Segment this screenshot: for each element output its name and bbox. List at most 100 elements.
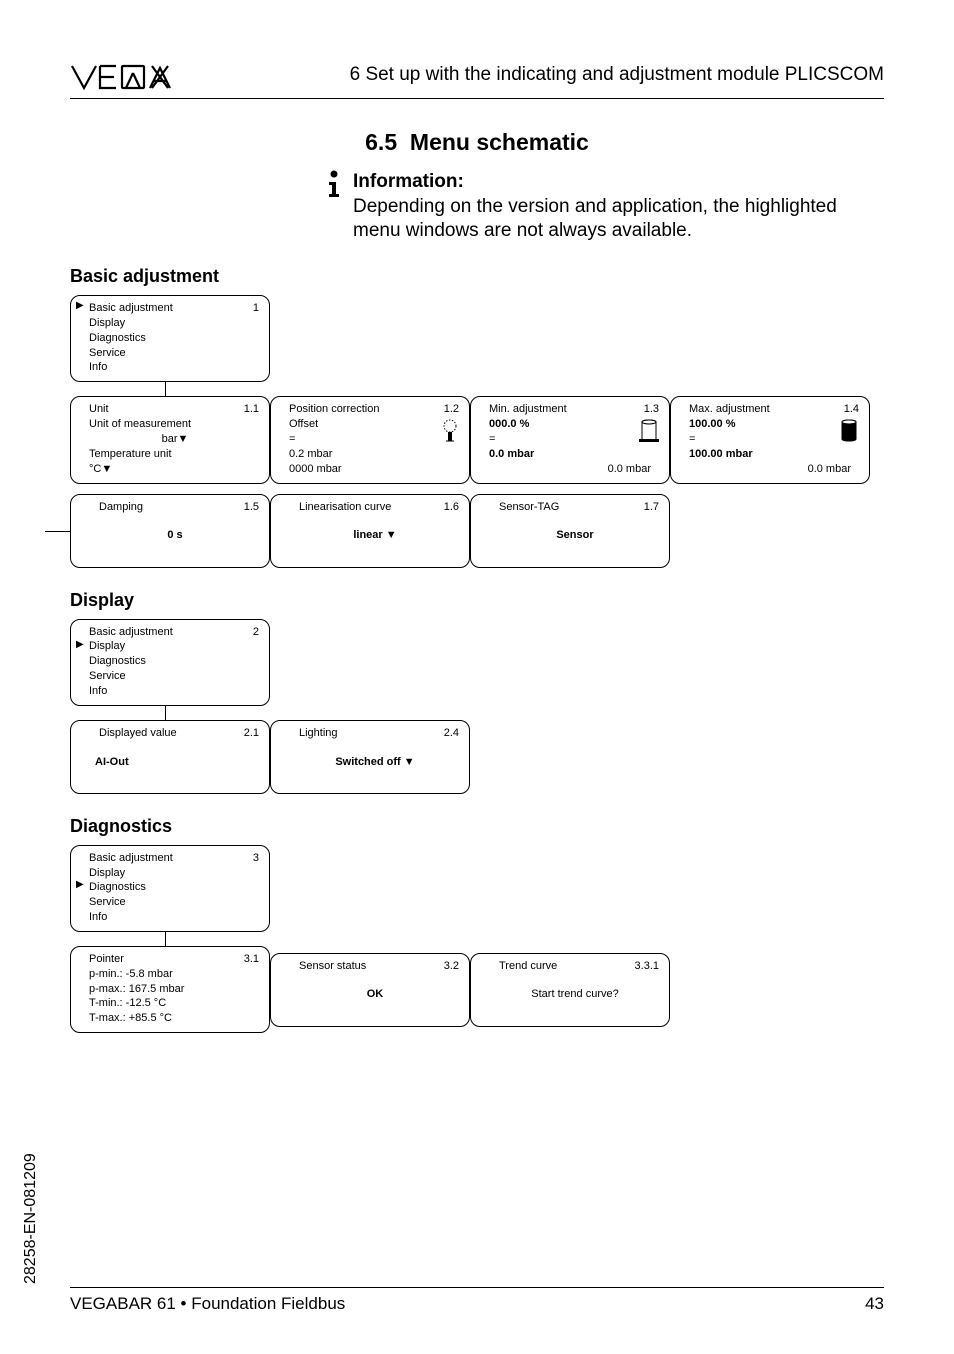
menu-item[interactable]: Info [89, 360, 261, 375]
box-value: AI-Out [89, 755, 261, 770]
box-value[interactable]: °C▼ [89, 462, 261, 477]
box-line: 0000 mbar [289, 462, 461, 477]
display-main-row: 2 Basic adjustment ▶ Display Diagnostics… [70, 619, 884, 706]
box-title: Lighting [289, 726, 461, 741]
damping-box[interactable]: 1.5 Damping 0 s [70, 494, 270, 568]
menu-item[interactable]: Service [89, 346, 261, 361]
vega-logo [70, 60, 190, 94]
box-line: Offset [289, 417, 461, 432]
box-number: 1.5 [244, 500, 259, 515]
footer-left: VEGABAR 61 • Foundation Fieldbus [70, 1294, 345, 1314]
box-title: Min. adjustment [489, 402, 661, 417]
menu-item[interactable]: Basic adjustment [89, 301, 261, 316]
box-number: 3.3.1 [635, 959, 659, 974]
box-title: Position correction [289, 402, 461, 417]
box-value: 100.00 % [689, 417, 861, 432]
section-title: Menu schematic [410, 129, 589, 155]
box-title: Max. adjustment [689, 402, 861, 417]
box-number: 1.7 [644, 500, 659, 515]
box-line: 0.0 mbar [489, 462, 661, 477]
menu-item[interactable]: Service [89, 895, 261, 910]
menu-item[interactable]: Display [89, 866, 261, 881]
basic-adjustment-heading: Basic adjustment [70, 266, 884, 287]
menu-item[interactable]: Display [89, 639, 261, 654]
menu-item[interactable]: Diagnostics [89, 654, 261, 669]
box-line: = [689, 432, 861, 447]
box-value[interactable]: bar▼ [89, 432, 261, 447]
page-number: 43 [865, 1294, 884, 1314]
sensor-status-box[interactable]: 3.2 Sensor status OK [270, 953, 470, 1027]
box-number: 1.3 [644, 402, 659, 417]
menu-item[interactable]: Display [89, 316, 261, 331]
basic-main-row: 1 ▶ Basic adjustment Display Diagnostics… [70, 295, 884, 382]
box-value[interactable]: linear ▼ [289, 528, 461, 543]
tank-open-icon [639, 419, 659, 443]
box-line: = [489, 432, 661, 447]
box-line: 0.0 mbar [689, 462, 861, 477]
box-line: T-max.: +85.5 °C [89, 1011, 261, 1026]
box-value: 0.0 mbar [489, 447, 661, 462]
tank-full-icon [839, 419, 859, 443]
box-number: 3.1 [244, 952, 259, 967]
menu-item[interactable]: Info [89, 910, 261, 925]
box-number: 1.2 [444, 402, 459, 417]
sensor-tag-box[interactable]: 1.7 Sensor-TAG Sensor [470, 494, 670, 568]
diagnostics-heading: Diagnostics [70, 816, 884, 837]
box-value: 100.00 mbar [689, 447, 861, 462]
box-line: p-min.: -5.8 mbar [89, 967, 261, 982]
box-value: Sensor [489, 528, 661, 543]
box-title: Damping [89, 500, 261, 515]
menu-item[interactable]: Basic adjustment [89, 625, 261, 640]
box-number: 1.4 [844, 402, 859, 417]
menu-main-diagnostics[interactable]: 3 Basic adjustment Display ▶ Diagnostics… [70, 845, 270, 932]
box-title: Displayed value [89, 726, 261, 741]
box-number: 2.1 [244, 726, 259, 741]
box-number: 1 [253, 301, 259, 316]
diag-row-1: 3.1 Pointer p-min.: -5.8 mbar p-max.: 16… [70, 946, 884, 1033]
unit-box[interactable]: 1.1 Unit Unit of measurement bar▼ Temper… [70, 396, 270, 483]
info-text: Information: Depending on the version an… [353, 170, 864, 244]
min-adjustment-box[interactable]: 1.3 Min. adjustment 000.0 % = 0.0 mbar 0… [470, 396, 670, 483]
menu-item[interactable]: Diagnostics [89, 880, 261, 895]
pointer-icon: ▶ [76, 640, 84, 650]
pointer-box[interactable]: 3.1 Pointer p-min.: -5.8 mbar p-max.: 16… [70, 946, 270, 1033]
diag-main-row: 3 Basic adjustment Display ▶ Diagnostics… [70, 845, 884, 932]
box-number: 2 [253, 625, 259, 640]
menu-item[interactable]: Basic adjustment [89, 851, 261, 866]
displayed-value-box[interactable]: 2.1 Displayed value AI-Out [70, 720, 270, 794]
page-header: 6 Set up with the indicating and adjustm… [70, 60, 884, 94]
trend-curve-box[interactable]: 3.3.1 Trend curve Start trend curve? [470, 953, 670, 1027]
position-correction-box[interactable]: 1.2 Position correction Offset = 0.2 mba… [270, 396, 470, 483]
box-number: 3 [253, 851, 259, 866]
box-value: 0 s [89, 528, 261, 543]
box-value[interactable]: Switched off ▼ [289, 755, 461, 770]
basic-row-1: 1.1 Unit Unit of measurement bar▼ Temper… [70, 396, 884, 483]
section-number: 6.5 [365, 129, 397, 155]
basic-row-2: 1.5 Damping 0 s 1.6 Linearisation curve … [70, 494, 884, 568]
menu-main-basic[interactable]: 1 ▶ Basic adjustment Display Diagnostics… [70, 295, 270, 382]
lighting-box[interactable]: 2.4 Lighting Switched off ▼ [270, 720, 470, 794]
sensor-icon [441, 419, 459, 443]
box-value: 000.0 % [489, 417, 661, 432]
max-adjustment-box[interactable]: 1.4 Max. adjustment 100.00 % = 100.00 mb… [670, 396, 870, 483]
box-line: Unit of measurement [89, 417, 261, 432]
box-number: 1.1 [244, 402, 259, 417]
linearisation-box[interactable]: 1.6 Linearisation curve linear ▼ [270, 494, 470, 568]
menu-item[interactable]: Info [89, 684, 261, 699]
menu-item[interactable]: Diagnostics [89, 331, 261, 346]
box-number: 3.2 [444, 959, 459, 974]
box-line: = [289, 432, 461, 447]
box-title: Sensor-TAG [489, 500, 661, 515]
box-title: Unit [89, 402, 261, 417]
box-value[interactable]: Start trend curve? [489, 987, 661, 1002]
info-block: Information: Depending on the version an… [325, 170, 864, 244]
box-line: 0.2 mbar [289, 447, 461, 462]
box-title: Linearisation curve [289, 500, 461, 515]
header-rule [70, 98, 884, 99]
box-title: Pointer [89, 952, 261, 967]
menu-main-display[interactable]: 2 Basic adjustment ▶ Display Diagnostics… [70, 619, 270, 706]
pointer-icon: ▶ [76, 880, 84, 890]
menu-item[interactable]: Service [89, 669, 261, 684]
box-line: p-max.: 167.5 mbar [89, 982, 261, 997]
box-number: 1.6 [444, 500, 459, 515]
